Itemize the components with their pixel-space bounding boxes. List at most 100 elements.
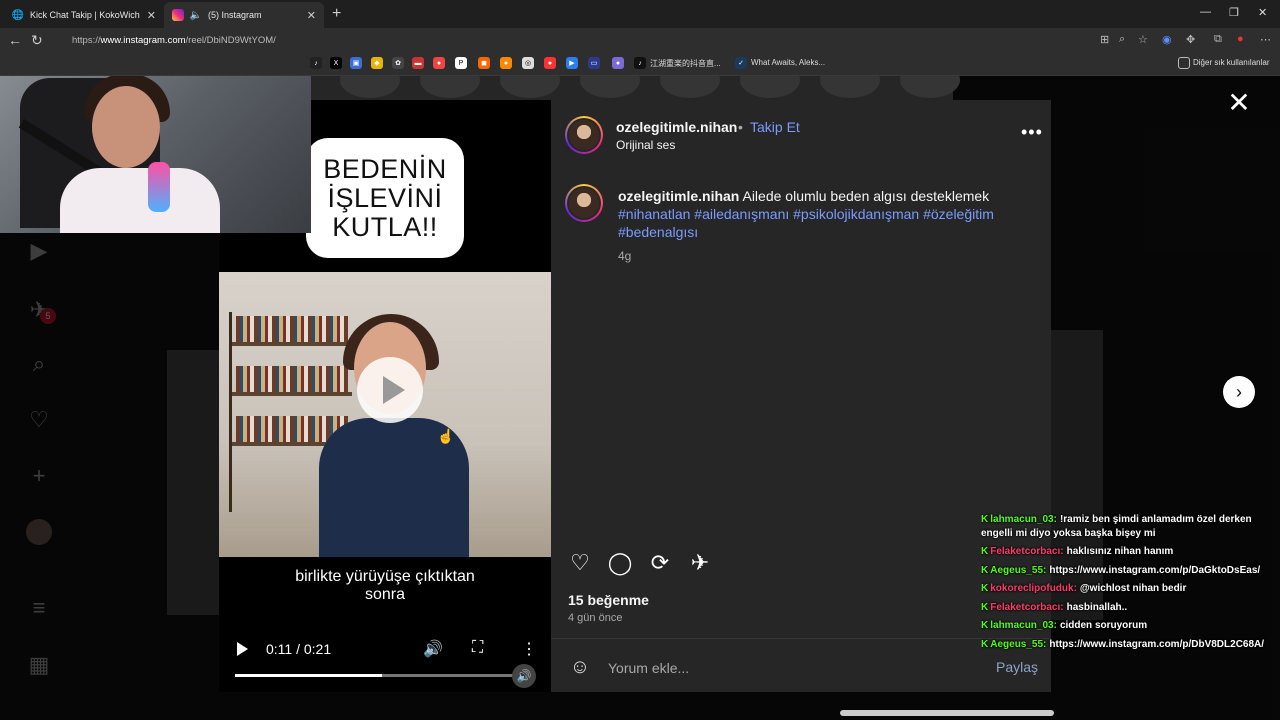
- menu-icon[interactable]: ⋯: [1260, 33, 1271, 46]
- zoom-icon[interactable]: ⌕: [1119, 33, 1125, 46]
- kick-badge-icon: K: [981, 514, 989, 525]
- bookmark-label[interactable]: 江湖重楽的抖音直...: [650, 58, 721, 69]
- caption-username[interactable]: ozelegitimle.nihan: [618, 188, 739, 204]
- speaker-icon[interactable]: 🔈: [190, 9, 202, 21]
- collections-icon[interactable]: ⧉: [1214, 33, 1222, 46]
- bookmark-icon[interactable]: ◎: [522, 57, 534, 69]
- stream-chat-overlay: Klahmacun_03: !ramiz ben şimdi anlamadım …: [981, 511, 1276, 654]
- separator-dot: •: [738, 119, 743, 135]
- folder-icon: [1178, 57, 1190, 69]
- chat-message: Kkokoreclipofuduk: @wichlost nihan bedir: [981, 580, 1276, 599]
- close-tab-icon[interactable]: ✕: [307, 9, 316, 22]
- bookmark-icon[interactable]: ●: [612, 57, 624, 69]
- other-favorites[interactable]: Diğer sık kullanılanlar: [1193, 58, 1269, 67]
- x-bookmark-icon[interactable]: X: [330, 57, 342, 69]
- chat-message: Klahmacun_03: !ramiz ben şimdi anlamadım …: [981, 513, 1276, 541]
- next-chevron-icon[interactable]: ›: [1223, 376, 1255, 408]
- share-send-icon[interactable]: ✈: [687, 550, 713, 576]
- window-close-icon[interactable]: ✕: [1258, 6, 1267, 19]
- bookmark-icon[interactable]: ●: [500, 57, 512, 69]
- bookmark-icon[interactable]: ▶: [566, 57, 578, 69]
- chat-username: lahmacun_03:: [990, 514, 1057, 525]
- post-comment-button[interactable]: Paylaş: [996, 659, 1038, 675]
- comment-input[interactable]: [608, 658, 978, 678]
- more-options-icon[interactable]: •••: [1021, 122, 1043, 143]
- author-avatar[interactable]: [565, 116, 603, 154]
- app-icon[interactable]: ⊞: [1100, 33, 1109, 46]
- profile-icon[interactable]: ●: [1237, 33, 1244, 45]
- browser-tab-bar: 🌐 Kick Chat Takip | KokoWich ✕ 🔈 (5) Ins…: [0, 0, 1280, 28]
- caption-text: Ailede olumlu beden algısı desteklemek: [742, 188, 990, 204]
- reload-icon[interactable]: ↻: [31, 32, 43, 49]
- video-controls: 0:11 / 0:21 🔊 ⛶ ⋮ 🔊: [219, 632, 551, 692]
- reel-overlay-text: BEDENİN İŞLEVİNİ KUTLA!!: [306, 138, 464, 258]
- play-overlay-icon[interactable]: [357, 357, 423, 423]
- extensions-puzzle-icon[interactable]: ✥: [1186, 33, 1195, 46]
- chat-username: Aegeus_55:: [990, 638, 1047, 650]
- new-tab-icon[interactable]: +: [332, 5, 341, 23]
- bookmark-label[interactable]: What Awaits, Aleks...: [751, 58, 825, 67]
- kick-badge-icon: K: [981, 601, 989, 613]
- instagram-icon: [172, 9, 184, 21]
- bookmark-icon[interactable]: ◼: [478, 57, 490, 69]
- video-time: 0:11 / 0:21: [266, 641, 332, 657]
- comment-icon[interactable]: ◯: [607, 550, 633, 576]
- video-subtitle: birlikte yürüyüşe çıktıktan sonra: [295, 568, 475, 603]
- tab-kick-chat[interactable]: 🌐 Kick Chat Takip | KokoWich ✕: [4, 2, 164, 28]
- url-field[interactable]: https://www.instagram.com/reel/DbiND9WtY…: [54, 31, 1094, 49]
- close-icon[interactable]: ✕: [1226, 89, 1252, 117]
- chat-username: Felaketcorbacı:: [990, 546, 1064, 557]
- chat-username: Aegeus_55:: [990, 564, 1047, 576]
- restore-icon[interactable]: ❐: [1229, 6, 1239, 19]
- progress-fill: [235, 674, 382, 677]
- caption-age: 4g: [618, 249, 632, 263]
- emoji-icon[interactable]: ☺: [568, 655, 592, 679]
- repost-icon[interactable]: ⟳: [647, 550, 673, 576]
- volume-icon[interactable]: 🔊: [423, 639, 443, 659]
- chat-message: Klahmacun_03: cidden soruyorum: [981, 617, 1276, 636]
- bookmark-icon[interactable]: ✿: [392, 57, 404, 69]
- chat-username: kokoreclipofuduk:: [990, 583, 1077, 594]
- caption-avatar[interactable]: [565, 184, 603, 222]
- favorite-star-icon[interactable]: ☆: [1138, 33, 1148, 46]
- back-icon[interactable]: ←: [8, 32, 22, 48]
- video-frame[interactable]: [219, 272, 551, 557]
- follow-button[interactable]: Takip Et: [750, 119, 800, 135]
- tab-title: (5) Instagram: [208, 10, 262, 20]
- bookmark-icon[interactable]: ▣: [350, 57, 362, 69]
- play-icon[interactable]: [237, 642, 248, 656]
- streamer-webcam: [0, 76, 311, 233]
- post-username[interactable]: ozelegitimle.nihan: [616, 119, 737, 135]
- chat-text: @wichlost nihan bedir: [1079, 583, 1187, 594]
- like-heart-icon[interactable]: ♡: [567, 550, 593, 576]
- bookmark-icon[interactable]: P: [455, 57, 467, 69]
- bookmark-icon[interactable]: ◆: [371, 57, 383, 69]
- post-caption: ozelegitimle.nihan Ailede olumlu beden a…: [618, 187, 1018, 241]
- bookmark-icon[interactable]: ▭: [588, 57, 600, 69]
- minimize-icon[interactable]: —: [1200, 6, 1211, 18]
- chat-message: K Aegeus_55: https://www.instagram.com/p/D…: [981, 562, 1276, 581]
- bookmark-icon[interactable]: ●: [544, 57, 556, 69]
- tiktok-bookmark-icon[interactable]: ♪: [634, 57, 646, 69]
- likes-count[interactable]: 15 beğenme: [568, 592, 649, 608]
- reddit-bookmark-icon[interactable]: ●: [433, 57, 445, 69]
- kick-badge-icon: K: [981, 583, 989, 594]
- fullscreen-icon[interactable]: ⛶: [472, 639, 483, 657]
- more-options-icon[interactable]: ⋮: [521, 639, 537, 659]
- steam-bookmark-icon[interactable]: ✓: [735, 57, 747, 69]
- post-details-panel: ozelegitimle.nihan • Takip Et Orijinal s…: [551, 100, 1051, 692]
- volume-knob-icon[interactable]: 🔊: [512, 664, 536, 688]
- tab-instagram[interactable]: 🔈 (5) Instagram ✕: [164, 2, 324, 28]
- horizontal-scrollbar[interactable]: [840, 710, 1054, 716]
- close-tab-icon[interactable]: ✕: [147, 9, 156, 22]
- video-progress-bar[interactable]: [235, 674, 515, 677]
- chat-text: cidden soruyorum: [1059, 620, 1148, 631]
- bookmark-icon[interactable]: ▬: [412, 57, 424, 69]
- extension-icon[interactable]: ◉: [1162, 33, 1172, 46]
- caption-hashtags[interactable]: #nihanatlan #ailedanışmanı #psikolojikda…: [618, 206, 994, 240]
- chat-text: haklısınız nihan hanım: [1066, 546, 1174, 557]
- url-domain: www.instagram.com: [100, 34, 186, 46]
- tiktok-bookmark-icon[interactable]: ♪: [310, 57, 322, 69]
- original-audio-link[interactable]: Orijinal ses: [616, 138, 675, 152]
- chat-text: hasbinallah..: [1066, 601, 1128, 613]
